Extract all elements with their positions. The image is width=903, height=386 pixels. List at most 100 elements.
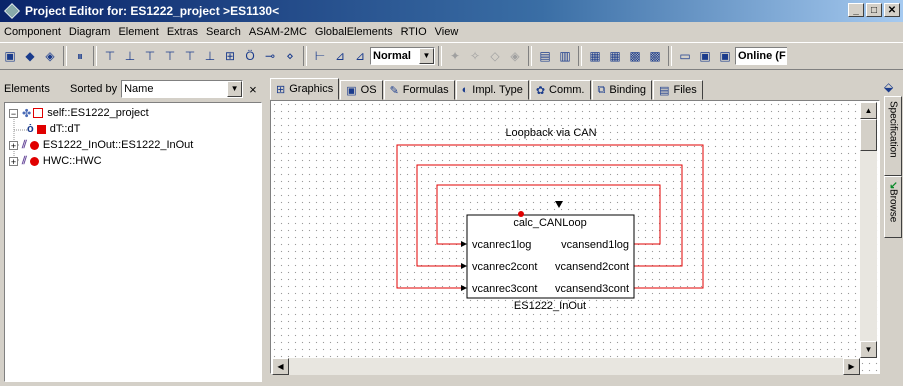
minimize-button[interactable]: _ [848,3,864,17]
elements-header: Elements Sorted by Name ▼ × [4,78,262,100]
tree-item-label: HWC::HWC [42,155,102,167]
input-arrow-icon [461,263,467,269]
align-icon[interactable]: ⊢ [311,47,329,65]
mode-select-value: Normal [373,50,411,62]
scroll-down-icon[interactable]: ▼ [860,341,877,358]
tree-item-project[interactable]: − ✤ self::ES1222_project [9,105,149,121]
arrow-tool-icon[interactable]: ⋄ [281,47,299,65]
menu-search[interactable]: Search [202,26,245,38]
close-panel-icon[interactable]: × [249,82,257,97]
tree-item-dt[interactable]: ȯ dT::dT [27,121,80,137]
sort-select[interactable]: Name ▼ [121,80,244,98]
menu-diagram[interactable]: Diagram [65,26,115,38]
window-3-icon[interactable]: ▣ [716,47,734,65]
chart-icon[interactable]: ⊿ [331,47,349,65]
tool-4-icon[interactable]: ⊤ [161,47,179,65]
doc-1-icon[interactable]: ▦ [586,47,604,65]
online-select[interactable]: Online (F [735,47,787,65]
menu-component[interactable]: Component [0,26,65,38]
disabled-tool-4-icon: ◈ [510,49,520,63]
input-port-label[interactable]: vcanrec3cont [472,283,537,295]
tab-label: OS [360,84,377,96]
tool-6-icon[interactable]: ⊥ [201,47,219,65]
maximize-button[interactable]: □ [866,3,882,17]
input-arrow-icon [461,241,467,247]
tool-5-icon[interactable]: ⊤ [181,47,199,65]
scroll-right-icon[interactable]: ▶ [843,358,860,375]
tool-7-icon[interactable]: ⊞ [221,47,239,65]
tool-3-icon[interactable]: ⊤ [141,47,159,65]
close-button[interactable]: ✕ [884,3,900,17]
tab-specification[interactable]: Specification [884,96,902,176]
expand-icon[interactable]: + [9,140,18,150]
tab-files[interactable]: ▤ Files [653,80,703,100]
window-1-icon[interactable]: ▭ [676,47,694,65]
chevron-down-icon[interactable]: ▼ [419,48,434,64]
menu-rtio[interactable]: RTIO [397,26,431,38]
tab-impl-type[interactable]: ◐ Impl. Type [455,80,529,100]
doc-2-icon[interactable]: ▦ [606,47,624,65]
menu-view[interactable]: View [431,26,463,38]
scroll-thumb[interactable] [860,119,877,151]
menu-asam-2mc[interactable]: ASAM-2MC [245,26,311,38]
tab-label: Binding [609,84,647,96]
export-icon[interactable]: ▥ [556,47,574,65]
formulas-icon: ✎ [389,84,399,97]
tab-label: Graphics [289,83,334,95]
properties-icon[interactable]: ▣ [1,47,19,65]
tab-os[interactable]: ▣ OS [340,80,383,100]
output-port-label[interactable]: vcansend2cont [555,261,629,273]
elements-label: Elements [4,83,50,95]
vertical-scrollbar[interactable]: ▲ ▼ [860,102,877,358]
chart-2-icon[interactable]: ⊿ [351,47,369,65]
menu-element[interactable]: Element [114,26,162,38]
tab-graphics[interactable]: ⊞ Graphics [270,78,340,100]
toolbar: ▣ ◆ ◈ ⏸ ⊤ ⊥ ⊤ ⊤ ⊤ ⊥ ⊞ Ö ⊸ ⋄ ⊢ ⊿ ⊿ Normal… [0,42,903,70]
input-port-label[interactable]: vcanrec2cont [472,261,537,273]
tree-item-label: self::ES1222_project [47,107,149,119]
pin-icon[interactable]: ⬙ [884,80,893,94]
sorted-by-label: Sorted by [70,83,118,95]
sort-select-value: Name [124,83,154,95]
tool-2-icon[interactable]: ⊥ [121,47,139,65]
tree-item-es1222-inout[interactable]: + ⫽ ES1222_InOut::ES1222_InOut [9,137,193,153]
menu-extras[interactable]: Extras [163,26,202,38]
editor-tabs: ⊞ Graphics ▣ OS ✎ Formulas ◐ Impl. Type ✿ Com… [270,78,886,100]
output-port-label[interactable]: vcansend3cont [555,283,629,295]
tab-binding[interactable]: ⧉ Binding [591,80,653,100]
collapse-icon[interactable]: − [9,108,18,118]
scroll-left-icon[interactable]: ◀ [272,358,289,375]
dt-icon: ȯ [27,123,34,135]
connect-icon[interactable]: ⊸ [261,47,279,65]
tab-formulas[interactable]: ✎ Formulas [383,80,455,100]
window-2-icon[interactable]: ▣ [696,47,714,65]
diamond-color-icon[interactable]: ◈ [41,47,59,65]
tab-label: Formulas [402,84,449,96]
tree-item-hwc[interactable]: + ⫽ HWC::HWC [9,153,102,169]
pause-icon[interactable]: ⏸ [71,47,89,65]
build-icon[interactable]: ▤ [536,47,554,65]
doc-4-icon[interactable]: ▩ [646,47,664,65]
diamond-blue-icon[interactable]: ◆ [21,47,39,65]
online-select-value: Online (F [738,50,786,62]
chevron-down-icon[interactable]: ▼ [227,81,243,97]
impl-type-icon: ◐ [461,84,469,96]
graphics-canvas[interactable]: Loopback via CAN calc_CANLoop vcanrec1lo… [270,100,880,374]
tool-8-icon[interactable]: Ö [241,47,259,65]
disabled-tool-2-icon: ✧ [469,49,481,63]
tab-comm[interactable]: ✿ Comm. [529,80,591,100]
horizontal-scrollbar[interactable]: ◀ ▶ [272,358,860,375]
output-port-label[interactable]: vcansend1log [561,239,629,251]
os-icon: ▣ [346,84,357,97]
tab-label: Comm. [549,84,585,96]
menu-globalelements[interactable]: GlobalElements [311,26,397,38]
scroll-up-icon[interactable]: ▲ [860,102,877,119]
tool-1-icon[interactable]: ⊤ [101,47,119,65]
tab-browse[interactable]: ↘ Browse [884,176,902,238]
input-port-label[interactable]: vcanrec1log [472,239,531,251]
mode-select[interactable]: Normal ▼ [370,47,435,65]
expand-icon[interactable]: + [9,156,18,166]
process-label: calc_CANLoop [513,217,586,229]
doc-3-icon[interactable]: ▩ [626,47,644,65]
tree-item-label: dT::dT [49,123,81,135]
